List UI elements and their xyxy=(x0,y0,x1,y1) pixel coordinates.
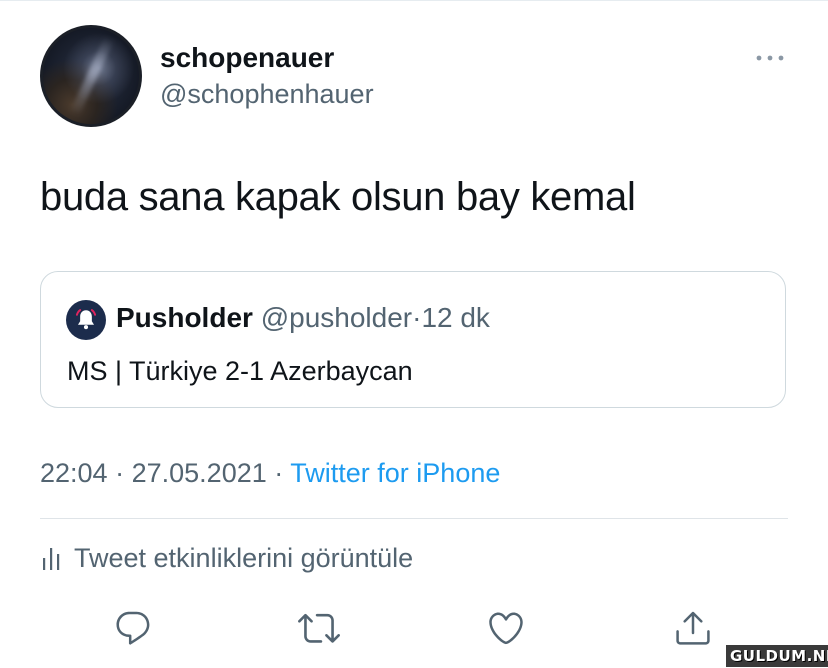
quoted-handle: @pusholder xyxy=(260,302,413,333)
reply-icon xyxy=(116,611,150,645)
meta-separator: · xyxy=(115,458,125,488)
quoted-text: MS | Türkiye 2-1 Azerbaycan xyxy=(67,356,413,386)
top-divider xyxy=(0,0,828,1)
view-tweet-activity-button[interactable]: Tweet etkinliklerini görüntüle xyxy=(40,538,413,578)
quoted-time: 12 dk xyxy=(421,302,490,333)
bell-icon xyxy=(75,309,97,330)
more-options-button[interactable] xyxy=(754,48,786,68)
share-icon xyxy=(676,611,710,645)
avatar[interactable] xyxy=(40,25,142,127)
avatar-photo xyxy=(43,28,139,124)
author-display-name[interactable]: schopenauer xyxy=(160,42,334,74)
tweet-source-link[interactable]: Twitter for iPhone xyxy=(290,458,500,488)
heart-icon xyxy=(489,612,523,645)
quoted-header: Pusholder @pusholder·12 dk xyxy=(116,302,490,334)
tweet-text: buda sana kapak olsun bay kemal xyxy=(40,175,636,219)
quoted-tweet-card[interactable]: Pusholder @pusholder·12 dk MS | Türkiye … xyxy=(40,271,786,408)
reply-button[interactable] xyxy=(111,606,155,650)
like-button[interactable] xyxy=(484,606,528,650)
source-separator: · xyxy=(274,458,284,488)
tweet-time[interactable]: 22:04 xyxy=(40,458,108,488)
analytics-icon xyxy=(40,541,74,575)
divider xyxy=(40,518,788,519)
view-tweet-activity-label: Tweet etkinliklerini görüntüle xyxy=(74,542,414,573)
quoted-avatar xyxy=(66,300,106,340)
more-horizontal-icon xyxy=(756,55,784,61)
site-watermark: GULDUM.NET xyxy=(726,645,828,667)
tweet-date[interactable]: 27.05.2021 xyxy=(132,458,267,488)
quoted-display-name: Pusholder xyxy=(116,302,253,333)
share-button[interactable] xyxy=(671,606,715,650)
tweet-meta: 22:04 · 27.05.2021 · Twitter for iPhone xyxy=(40,458,500,489)
retweet-icon xyxy=(298,613,340,643)
retweet-button[interactable] xyxy=(297,606,341,650)
author-handle[interactable]: @schophenhauer xyxy=(160,79,374,110)
